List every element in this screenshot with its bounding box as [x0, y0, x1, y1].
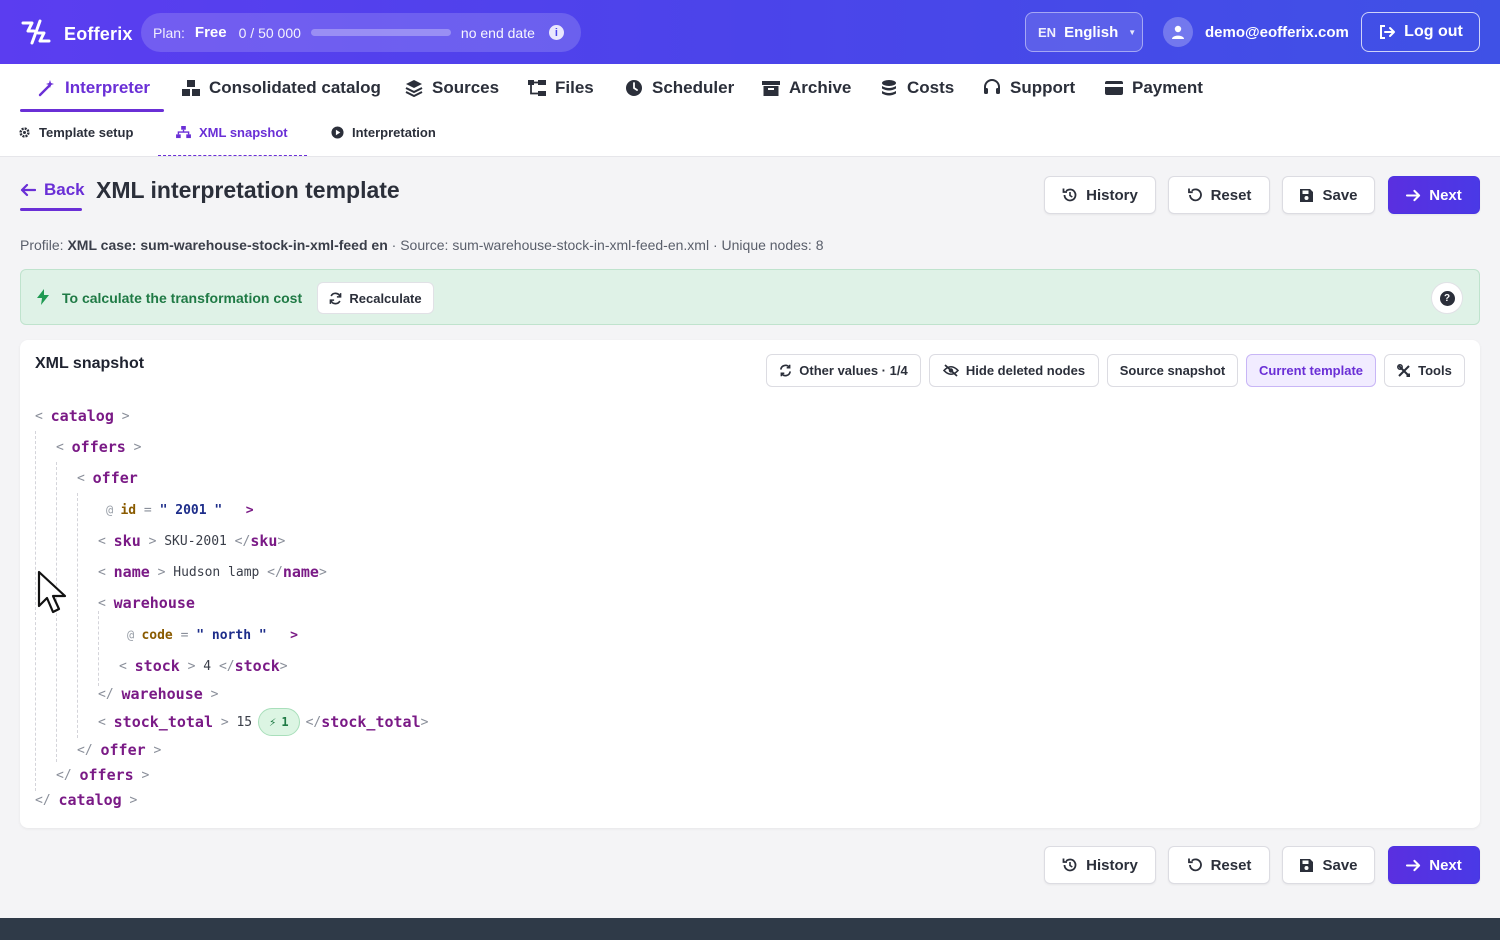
- save-button[interactable]: Save: [1282, 176, 1375, 214]
- plan-label: Plan:: [153, 24, 185, 41]
- arrow-right-icon: [1406, 859, 1421, 871]
- xml-attr-code[interactable]: @ code = " north " >: [127, 625, 298, 645]
- plan-widget: Plan: Free 0 / 50 000 no end date i: [141, 13, 581, 52]
- sub-nav: Template setup XML snapshot Interpretati…: [0, 112, 1500, 157]
- save-icon: [1300, 188, 1314, 202]
- reset-button[interactable]: Reset: [1168, 176, 1270, 214]
- tab-support[interactable]: Support: [983, 64, 1075, 112]
- undo-icon: [1187, 188, 1202, 202]
- xml-node-offers-close[interactable]: </ offers >: [56, 765, 149, 785]
- xml-node-catalog-open[interactable]: < catalog >: [35, 406, 130, 426]
- help-icon: ?: [1439, 290, 1455, 306]
- credit-card-icon: [1105, 81, 1123, 95]
- xml-snapshot-panel: XML snapshot Other values · 1/4 Hide del…: [20, 340, 1480, 828]
- xml-node-catalog-close[interactable]: </ catalog >: [35, 790, 137, 810]
- user-email: demo@eofferix.com: [1205, 23, 1349, 41]
- history-button[interactable]: History: [1044, 176, 1156, 214]
- tab-interpreter[interactable]: Interpreter: [38, 64, 150, 112]
- clock-icon: [626, 80, 642, 96]
- next-button-bottom[interactable]: Next: [1388, 846, 1480, 884]
- history-icon: [1062, 858, 1077, 872]
- tab-consolidated-catalog[interactable]: Consolidated catalog: [182, 64, 381, 112]
- logout-label: Log out: [1404, 23, 1463, 40]
- bolt-icon: ⚡: [269, 715, 277, 729]
- back-label: Back: [44, 180, 85, 199]
- xml-node-offer-close[interactable]: </ offer >: [77, 740, 161, 760]
- folder-tree-icon: [528, 80, 546, 96]
- gear-icon: [19, 127, 30, 138]
- logout-button[interactable]: Log out: [1361, 12, 1480, 52]
- user-menu[interactable]: demo@eofferix.com: [1163, 17, 1349, 47]
- plan-end-date: no end date: [460, 24, 535, 41]
- footer-bar: [0, 918, 1500, 940]
- xml-node-offer-open[interactable]: < offer: [77, 468, 138, 488]
- save-icon: [1300, 858, 1314, 872]
- avatar: [1163, 17, 1193, 47]
- undo-icon: [1187, 858, 1202, 872]
- boxes-icon: [182, 80, 200, 96]
- chevron-down-icon: ▼: [1128, 27, 1137, 37]
- arrow-right-icon: [1406, 189, 1421, 201]
- active-subtab-indicator: [158, 155, 307, 156]
- headset-icon: [984, 79, 1000, 94]
- app-name: Eofferix: [64, 24, 133, 44]
- arrow-left-icon: [20, 183, 36, 197]
- page-title: XML interpretation template: [96, 177, 400, 203]
- tab-scheduler[interactable]: Scheduler: [625, 64, 734, 112]
- mouse-cursor-icon: [36, 570, 74, 623]
- layers-icon: [405, 80, 423, 97]
- sitemap-icon: [176, 126, 191, 139]
- tab-sources[interactable]: Sources: [405, 64, 499, 112]
- logo-icon: [20, 18, 52, 51]
- xml-node-warehouse-open[interactable]: < warehouse: [98, 593, 195, 613]
- reset-button-bottom[interactable]: Reset: [1168, 846, 1270, 884]
- coins-icon: [882, 80, 896, 96]
- refresh-icon: [330, 292, 342, 304]
- magic-wand-icon: [38, 80, 54, 97]
- rule-badge[interactable]: ⚡ 1: [258, 708, 300, 736]
- bolt-icon: [37, 289, 49, 310]
- xml-tree: < catalog > < offers > < offer @ id = " …: [20, 340, 1480, 828]
- profile-meta: Profile: XML case: sum-warehouse-stock-i…: [20, 237, 824, 253]
- save-button-bottom[interactable]: Save: [1282, 846, 1375, 884]
- history-icon: [1062, 188, 1077, 202]
- help-button[interactable]: ?: [1431, 282, 1463, 314]
- xml-node-offers-open[interactable]: < offers >: [56, 437, 142, 457]
- brand[interactable]: Eofferix: [20, 18, 133, 51]
- recalculate-button[interactable]: Recalculate: [317, 282, 434, 314]
- info-icon[interactable]: i: [548, 25, 564, 40]
- back-underline: [20, 208, 82, 211]
- xml-node-sku[interactable]: < sku > SKU-2001 </sku >: [98, 531, 285, 551]
- plan-usage: 0 / 50 000: [238, 24, 301, 41]
- xml-attr-id[interactable]: @ id = " 2001 " >: [106, 500, 254, 520]
- subtab-xml-snapshot[interactable]: XML snapshot: [176, 125, 288, 140]
- cost-banner: To calculate the transformation cost Rec…: [20, 269, 1480, 325]
- play-circle-icon: [331, 126, 344, 139]
- subtab-template-setup[interactable]: Template setup: [18, 125, 133, 140]
- main-nav: Interpreter Consolidated catalog Sources…: [0, 64, 1500, 112]
- cost-banner-text: To calculate the transformation cost: [62, 290, 303, 306]
- top-bar: Eofferix Plan: Free 0 / 50 000 no end da…: [0, 0, 1500, 64]
- tab-payment[interactable]: Payment: [1105, 64, 1203, 112]
- tab-costs[interactable]: Costs: [880, 64, 954, 112]
- plan-name: Free: [194, 24, 227, 41]
- next-button[interactable]: Next: [1388, 176, 1480, 214]
- user-icon: [1172, 25, 1184, 39]
- tab-archive[interactable]: Archive: [762, 64, 851, 112]
- xml-node-stock-total[interactable]: < stock_total > 15 ⚡ 1 </stock_total >: [98, 708, 428, 736]
- xml-node-stock[interactable]: < stock > 4 </stock >: [119, 656, 288, 676]
- plan-usage-bar: [310, 29, 451, 36]
- back-link[interactable]: Back: [20, 180, 85, 200]
- logout-icon: [1380, 25, 1396, 39]
- language-select[interactable]: EN English ▼: [1025, 12, 1143, 52]
- history-button-bottom[interactable]: History: [1044, 846, 1156, 884]
- language-name: English: [1064, 23, 1119, 41]
- xml-node-name[interactable]: < name > Hudson lamp </name >: [98, 562, 327, 582]
- tab-files[interactable]: Files: [528, 64, 594, 112]
- archive-icon: [762, 81, 780, 96]
- subtab-interpretation[interactable]: Interpretation: [331, 125, 436, 140]
- xml-node-warehouse-close[interactable]: </ warehouse >: [98, 684, 218, 704]
- language-code: EN: [1038, 24, 1057, 40]
